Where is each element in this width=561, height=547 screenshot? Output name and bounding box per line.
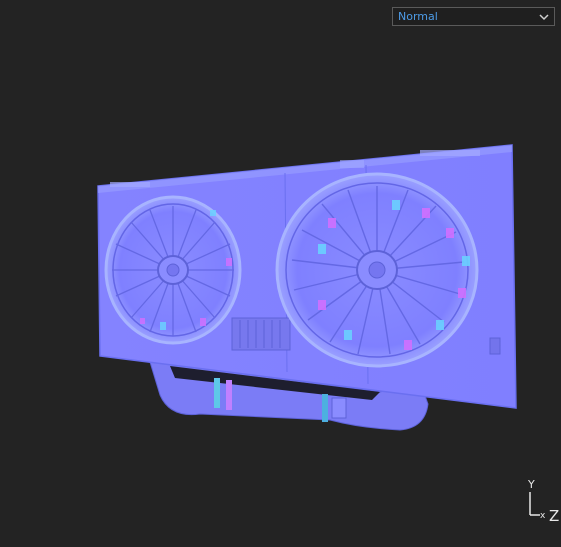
graphics-card-model[interactable] — [0, 0, 561, 547]
axis-y-label: Y — [528, 478, 535, 491]
vent-grille — [231, 317, 291, 351]
chevron-down-icon — [539, 14, 549, 21]
right-fan — [275, 172, 479, 368]
svg-text:x: x — [540, 511, 546, 520]
axis-z-label: Z — [549, 507, 560, 525]
view-mode-selected: Normal — [398, 10, 438, 23]
view-mode-dropdown[interactable]: Normal — [392, 7, 555, 26]
left-fan — [104, 195, 242, 345]
3d-viewport[interactable]: Normal x Y Z — [0, 0, 561, 547]
axis-gizmo: x Y Z — [520, 478, 560, 525]
